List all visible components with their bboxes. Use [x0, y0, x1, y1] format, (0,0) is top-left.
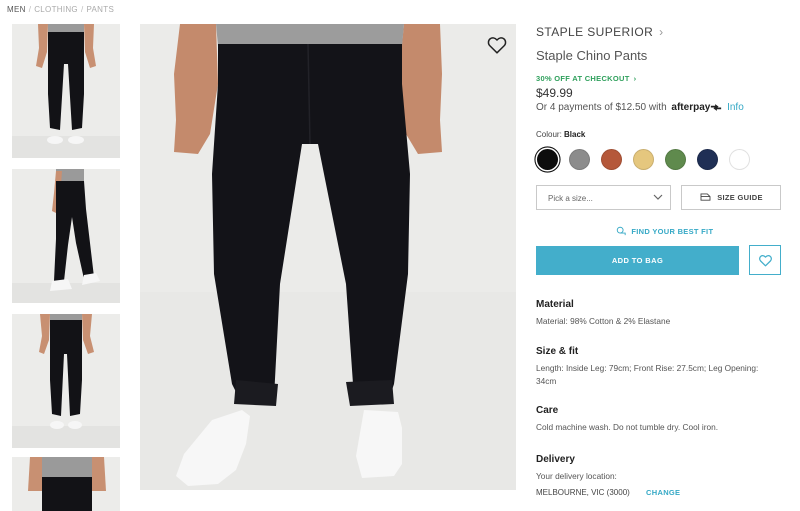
size-fit-text: Length: Inside Leg: 79cm; Front Rise: 27…	[536, 363, 759, 386]
tape-measure-icon	[616, 226, 626, 236]
change-location-link[interactable]: CHANGE	[646, 488, 680, 497]
care-heading: Care	[536, 405, 559, 416]
product-price: $49.99	[536, 86, 573, 100]
size-guide-label: SIZE GUIDE	[717, 193, 763, 202]
swatch-olive[interactable]	[665, 149, 686, 170]
size-fit-section: Size & fit Length: Inside Leg: 79cm; Fro…	[536, 346, 776, 387]
care-text: Cold machine wash. Do not tumble dry. Co…	[536, 422, 719, 432]
breadcrumb-men[interactable]: MEN	[7, 5, 26, 14]
thumbnail-front[interactable]	[12, 24, 120, 158]
delivery-location-row: MELBOURNE, VIC (3000) CHANGE	[536, 488, 680, 497]
add-to-wishlist-button[interactable]	[749, 245, 781, 275]
afterpay-info-link[interactable]: Info	[727, 102, 744, 113]
promo-link[interactable]: 30% OFF AT CHECKOUT ›	[536, 74, 636, 83]
main-product-image	[140, 24, 516, 490]
breadcrumb-pants[interactable]: PANTS	[87, 5, 115, 14]
delivery-subtitle: Your delivery location:	[536, 471, 617, 481]
thumbnail-side-image	[12, 169, 120, 303]
product-title: Staple Chino Pants	[536, 48, 648, 63]
add-to-bag-label: ADD TO BAG	[611, 256, 664, 265]
brand-link[interactable]: STAPLE SUPERIOR ›	[536, 25, 664, 39]
hanger-icon	[700, 193, 711, 201]
size-dropdown[interactable]: Pick a size...	[536, 185, 671, 210]
promo-text: 30% OFF AT CHECKOUT	[536, 74, 630, 83]
swatch-grey[interactable]	[569, 149, 590, 170]
image-wishlist-button[interactable]	[486, 34, 508, 56]
swatch-white[interactable]	[729, 149, 750, 170]
swatch-black[interactable]	[537, 149, 558, 170]
add-to-bag-button[interactable]: ADD TO BAG	[536, 246, 739, 275]
thumbnail-side[interactable]	[12, 169, 120, 303]
heart-icon	[758, 254, 772, 266]
afterpay-arrows-icon	[711, 104, 722, 111]
selected-colour: Black	[564, 130, 586, 139]
find-best-fit-link[interactable]: FIND YOUR BEST FIT	[616, 226, 713, 236]
material-section: Material Material: 98% Cotton & 2% Elast…	[536, 299, 776, 328]
colour-swatches	[536, 149, 766, 171]
colour-label: Colour: Black	[536, 130, 586, 139]
thumbnail-detail-image	[12, 457, 120, 511]
swatch-rust[interactable]	[601, 149, 622, 170]
swatch-sand[interactable]	[633, 149, 654, 170]
delivery-section: Delivery Your delivery location:	[536, 454, 776, 483]
find-best-fit-label: FIND YOUR BEST FIT	[631, 227, 714, 236]
delivery-location: MELBOURNE, VIC (3000)	[536, 488, 630, 497]
thumbnail-back-image	[12, 314, 120, 448]
breadcrumb-clothing[interactable]: CLOTHING	[34, 5, 78, 14]
delivery-heading: Delivery	[536, 454, 575, 465]
chevron-right-icon: ›	[659, 25, 664, 39]
thumbnail-back[interactable]	[12, 314, 120, 448]
size-guide-button[interactable]: SIZE GUIDE	[681, 185, 781, 210]
material-text: Material: 98% Cotton & 2% Elastane	[536, 316, 671, 326]
thumbnail-detail[interactable]	[12, 457, 120, 511]
product-photo	[140, 24, 516, 490]
heart-icon	[487, 37, 507, 54]
brand-name: STAPLE SUPERIOR	[536, 25, 654, 39]
thumbnail-front-image	[12, 24, 120, 158]
chevron-down-icon	[653, 194, 663, 200]
size-placeholder: Pick a size...	[548, 194, 593, 203]
swatch-navy[interactable]	[697, 149, 718, 170]
afterpay-text: Or 4 payments of $12.50 with	[536, 102, 667, 113]
breadcrumb: MEN / CLOTHING / PANTS	[7, 5, 115, 14]
size-fit-heading: Size & fit	[536, 346, 579, 357]
thumbnail-gallery	[12, 24, 120, 511]
chevron-right-icon: ›	[633, 74, 637, 83]
afterpay-logo: afterpay	[671, 102, 722, 113]
material-heading: Material	[536, 299, 574, 310]
afterpay-message: Or 4 payments of $12.50 with afterpay In…	[536, 102, 744, 113]
care-section: Care Cold machine wash. Do not tumble dr…	[536, 405, 776, 434]
